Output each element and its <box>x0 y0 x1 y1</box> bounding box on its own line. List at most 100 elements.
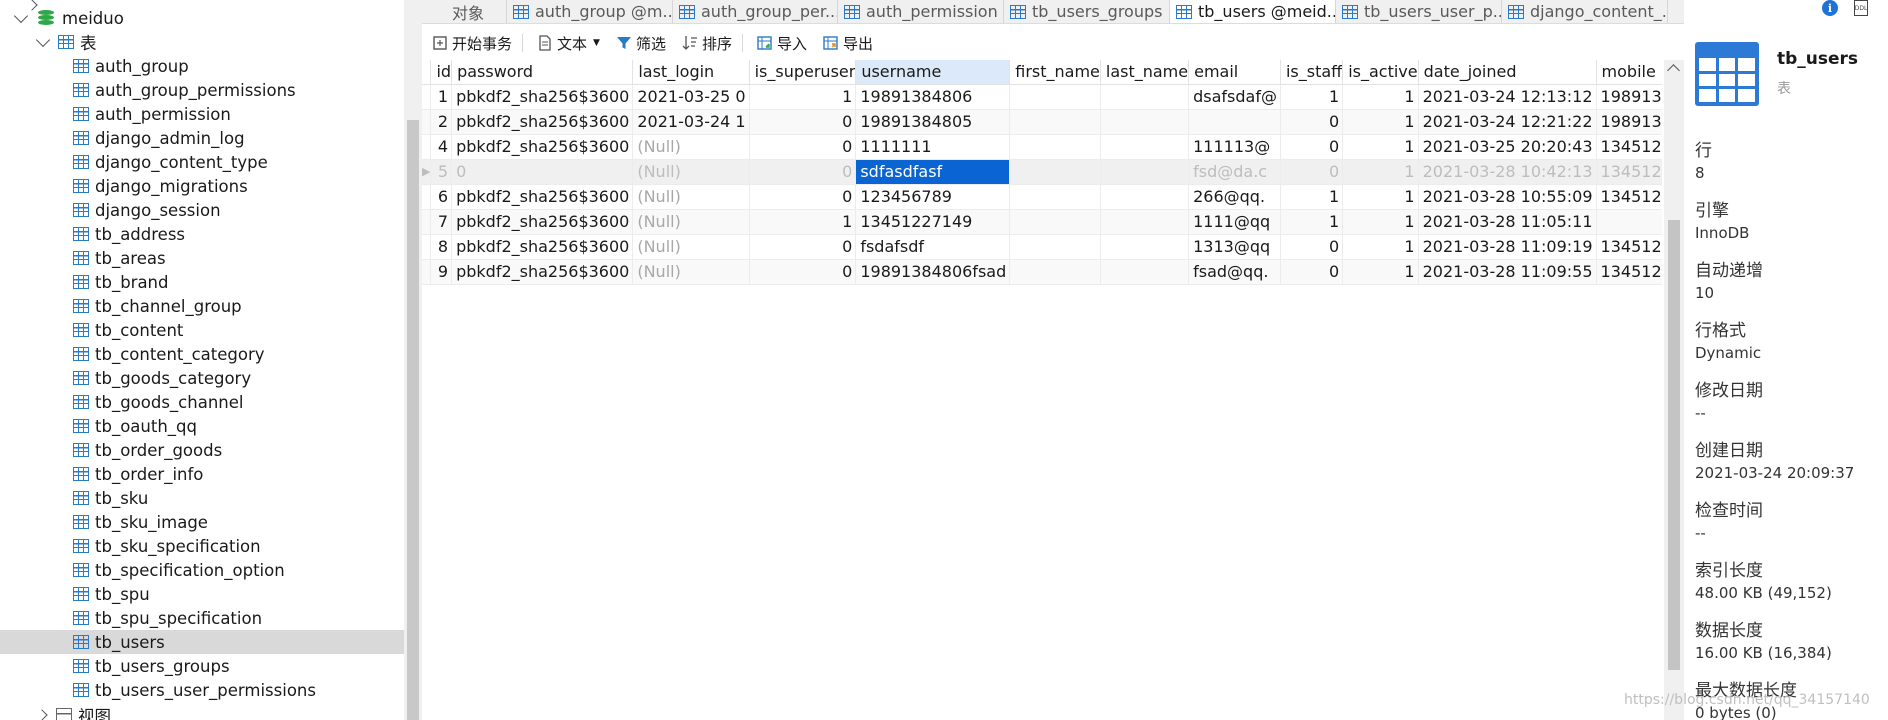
cell-last-name[interactable] <box>1100 184 1190 210</box>
cell-mobile[interactable]: 19891384806 <box>1596 84 1662 110</box>
cell-first-name[interactable] <box>1009 184 1101 210</box>
cell-is-active[interactable]: 1 <box>1342 134 1419 160</box>
nav-table-item[interactable]: django_admin_log <box>0 126 404 150</box>
column-header-is-superuser[interactable]: is_superuser <box>749 60 857 85</box>
cell-first-name[interactable] <box>1009 234 1101 260</box>
cell-mobile[interactable]: 13451227149 <box>1596 184 1662 210</box>
column-header-last-login[interactable]: last_login <box>632 60 750 85</box>
cell-first-name[interactable] <box>1009 84 1101 110</box>
filter-button[interactable]: 筛选 <box>616 33 666 54</box>
cell-is-active[interactable]: 1 <box>1342 209 1419 235</box>
ddl-icon[interactable]: DDL <box>1854 0 1868 16</box>
cell-date-joined[interactable]: 2021-03-24 12:13:12 <box>1418 84 1597 110</box>
cell-last-name[interactable] <box>1100 134 1190 160</box>
cell-username[interactable]: 13451227149 <box>855 209 1011 235</box>
cell-username[interactable]: 123456789 <box>855 184 1011 210</box>
cell-username[interactable]: 19891384806 <box>855 84 1011 110</box>
cell-date-joined[interactable]: 2021-03-28 11:05:11 <box>1418 209 1597 235</box>
row-marker[interactable] <box>422 134 432 160</box>
table-row[interactable]: 1 pbkdf2_sha256$3600 2021-03-25 0 1 19891384… <box>422 84 1662 110</box>
chevron-down-icon[interactable] <box>13 8 29 23</box>
column-header-is-active[interactable]: is_active <box>1342 60 1419 85</box>
cell-email[interactable]: 1313@qq <box>1188 234 1281 260</box>
nav-table-item[interactable]: tb_spu_specification <box>0 606 404 630</box>
table-row[interactable]: 6 pbkdf2_sha256$3600 (Null) 0 123456789 266@q… <box>422 184 1662 210</box>
nav-table-item[interactable]: tb_goods_channel <box>0 390 404 414</box>
nav-tables-folder[interactable]: 表 <box>0 30 404 54</box>
nav-views-folder[interactable]: 视图 <box>0 703 404 720</box>
cell-id[interactable]: 1 <box>430 84 453 110</box>
export-button[interactable]: 导出 <box>823 33 873 54</box>
cell-email[interactable]: fsd@da.c <box>1188 159 1281 185</box>
table-row[interactable]: 9 pbkdf2_sha256$3600 (Null) 0 19891384806fsa… <box>422 259 1662 285</box>
cell-is-active[interactable]: 1 <box>1342 84 1419 110</box>
tab-5[interactable]: tb_users @meid... <box>1170 0 1336 23</box>
column-header-is-staff[interactable]: is_staff <box>1280 60 1344 85</box>
cell-is-superuser[interactable]: 0 <box>749 159 857 185</box>
cell-is-superuser[interactable]: 0 <box>749 184 857 210</box>
cell-id[interactable]: 5 <box>430 159 453 185</box>
column-header-id[interactable]: id <box>430 60 453 85</box>
cell-username[interactable]: 1111111 <box>855 134 1011 160</box>
cell-id[interactable]: 6 <box>430 184 453 210</box>
grid-scrollbar[interactable] <box>1664 60 1684 720</box>
cell-last-name[interactable] <box>1100 259 1190 285</box>
cell-is-active[interactable]: 1 <box>1342 159 1419 185</box>
cell-last-login[interactable]: (Null) <box>632 159 750 185</box>
cell-username[interactable]: 19891384806fsad <box>855 259 1011 285</box>
cell-is-staff[interactable]: 1 <box>1280 84 1344 110</box>
cell-mobile[interactable]: 19891384805 <box>1596 109 1662 135</box>
cell-is-staff[interactable]: 0 <box>1280 109 1344 135</box>
nav-table-item[interactable]: tb_spu <box>0 582 404 606</box>
cell-id[interactable]: 7 <box>430 209 453 235</box>
nav-table-item[interactable]: auth_permission <box>0 102 404 126</box>
tab-0[interactable]: 对象 <box>422 0 507 23</box>
cell-date-joined[interactable]: 2021-03-24 12:21:22 <box>1418 109 1597 135</box>
cell-last-login[interactable]: (Null) <box>632 134 750 160</box>
column-header-last-name[interactable]: last_name <box>1100 60 1190 85</box>
cell-last-login[interactable]: 2021-03-25 0 <box>632 84 750 110</box>
cell-is-staff[interactable]: 0 <box>1280 259 1344 285</box>
cell-mobile[interactable]: 13451227149 <box>1596 259 1662 285</box>
nav-table-item[interactable]: auth_group <box>0 54 404 78</box>
column-header-first-name[interactable]: first_name <box>1009 60 1101 85</box>
cell-is-staff[interactable]: 0 <box>1280 159 1344 185</box>
nav-table-item[interactable]: tb_order_info <box>0 462 404 486</box>
row-marker[interactable] <box>422 259 432 285</box>
cell-username[interactable]: sdfasdfasf <box>855 159 1011 185</box>
cell-password[interactable]: pbkdf2_sha256$3600 <box>451 84 634 110</box>
row-marker[interactable] <box>422 234 432 260</box>
nav-db-meiduo[interactable]: meiduo <box>0 6 404 30</box>
nav-table-item[interactable]: auth_group_permissions <box>0 78 404 102</box>
table-row[interactable]: ▶ 5 0 (Null) 0 sdfasdfasf fsd@da.c 0 1 2021-03-28… <box>422 159 1662 185</box>
cell-last-name[interactable] <box>1100 159 1190 185</box>
cell-email[interactable]: 111113@ <box>1188 134 1281 160</box>
column-header-mobile[interactable]: mobile <box>1596 60 1662 85</box>
row-marker[interactable] <box>422 84 432 110</box>
nav-table-item[interactable]: tb_users <box>0 630 404 654</box>
cell-date-joined[interactable]: 2021-03-28 10:42:13 <box>1418 159 1597 185</box>
cell-password[interactable]: pbkdf2_sha256$3600 <box>451 134 634 160</box>
navigator-scrollbar[interactable] <box>404 0 422 720</box>
nav-table-item[interactable]: tb_users_user_permissions <box>0 678 404 702</box>
cell-last-name[interactable] <box>1100 84 1190 110</box>
table-row[interactable]: 2 pbkdf2_sha256$3600 2021-03-24 1 0 19891384… <box>422 109 1662 135</box>
cell-is-active[interactable]: 1 <box>1342 234 1419 260</box>
info-icon[interactable]: i <box>1822 0 1838 16</box>
import-button[interactable]: 导入 <box>757 33 807 54</box>
scroll-up-arrow-icon[interactable] <box>1667 64 1680 77</box>
cell-is-superuser[interactable]: 0 <box>749 234 857 260</box>
cell-last-login[interactable]: (Null) <box>632 184 750 210</box>
cell-last-login[interactable]: (Null) <box>632 209 750 235</box>
cell-is-active[interactable]: 1 <box>1342 184 1419 210</box>
tab-3[interactable]: auth_permission ... <box>838 0 1004 23</box>
column-header-password[interactable]: password <box>451 60 634 85</box>
row-marker[interactable] <box>422 209 432 235</box>
column-header-date-joined[interactable]: date_joined <box>1418 60 1597 85</box>
cell-username[interactable]: 19891384805 <box>855 109 1011 135</box>
cell-mobile[interactable] <box>1596 209 1662 235</box>
nav-table-item[interactable]: tb_goods_category <box>0 366 404 390</box>
cell-mobile[interactable]: 13451227149 <box>1596 134 1662 160</box>
cell-is-superuser[interactable]: 1 <box>749 209 857 235</box>
cell-first-name[interactable] <box>1009 159 1101 185</box>
